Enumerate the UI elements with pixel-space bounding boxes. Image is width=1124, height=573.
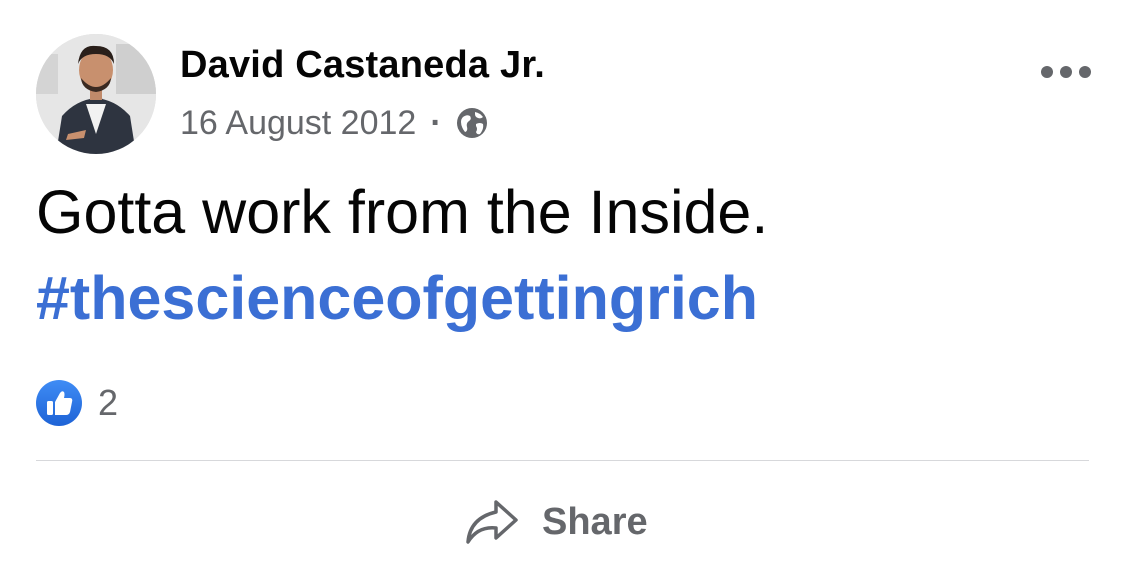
share-icon: [464, 498, 520, 546]
like-icon: [36, 380, 82, 426]
more-options-icon[interactable]: [1038, 60, 1094, 84]
post-text: Gotta work from the Inside.: [36, 178, 769, 246]
post-date[interactable]: 16 August 2012: [180, 104, 416, 143]
avatar[interactable]: [36, 34, 156, 154]
post-meta: 16 August 2012 ·: [180, 103, 490, 143]
hashtag-link[interactable]: #thescienceofgettingrich: [36, 262, 758, 334]
divider: [36, 460, 1089, 461]
share-button[interactable]: Share: [464, 494, 648, 550]
post-card: David Castaneda Jr. 16 August 2012 · Got…: [0, 0, 1124, 573]
like-count: 2: [98, 382, 119, 423]
globe-icon[interactable]: [454, 105, 490, 141]
meta-separator: ·: [430, 103, 442, 142]
share-label: Share: [542, 500, 648, 543]
reactions-summary[interactable]: 2: [36, 380, 118, 426]
author-name[interactable]: David Castaneda Jr.: [180, 44, 545, 87]
